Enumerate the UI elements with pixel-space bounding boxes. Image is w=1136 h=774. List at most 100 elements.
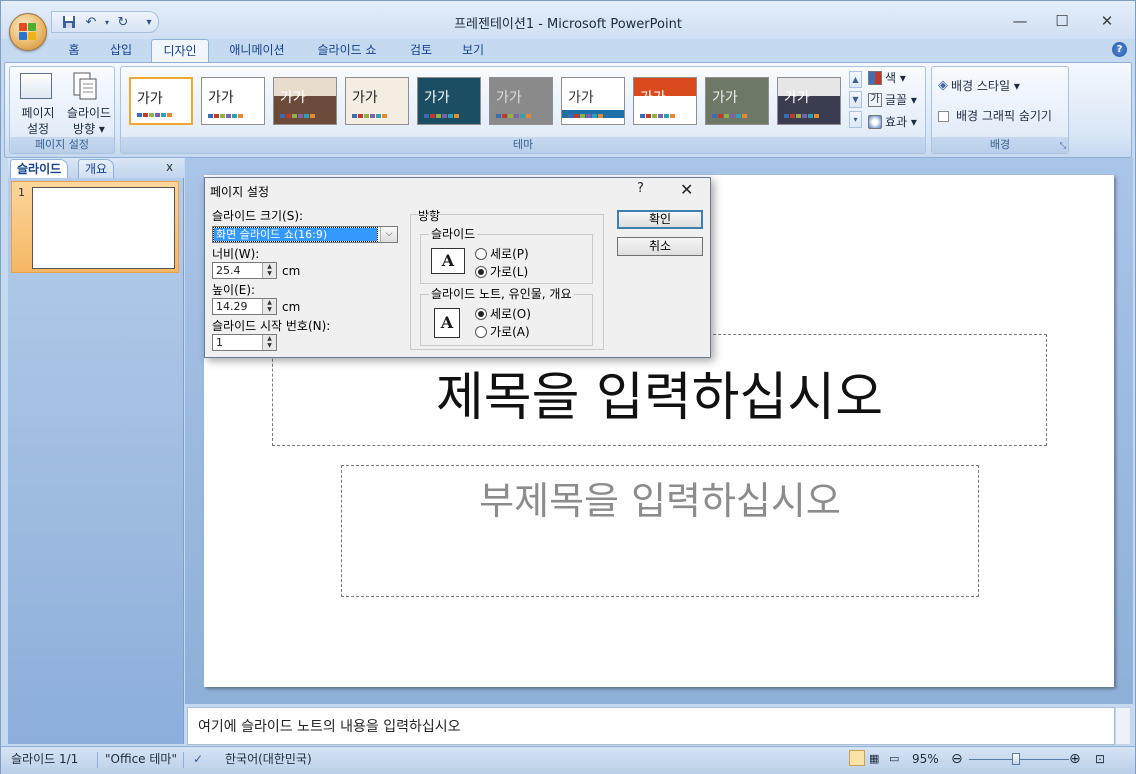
close-pane-button[interactable]: x (166, 160, 173, 174)
theme-colors-button[interactable]: 색 ▾ (868, 69, 906, 87)
theme-effects-button[interactable]: 효과 ▾ (868, 113, 917, 131)
theme-fonts-button[interactable]: 가 글꼴 ▾ (868, 91, 917, 109)
notes-portrait-radio[interactable]: 세로(O) (475, 305, 531, 322)
tab-slides[interactable]: 슬라이드 (10, 159, 69, 178)
ribbon: 페이지 설정 슬라이드 방향 ▾ 페이지 설정 가가 가가 가가 가가 가가 가가 가가 가가… (4, 62, 1132, 158)
theme-sample-text: 가가 (784, 90, 810, 106)
tab-design[interactable]: 디자인 (151, 39, 209, 63)
background-styles-button[interactable]: ◈ 배경 스타일 ▾ (938, 77, 1020, 95)
title-placeholder-text: 제목을 입력하십시오 (435, 368, 884, 428)
theme-color-bars (424, 114, 459, 118)
dialog-close-button[interactable]: ✕ (680, 180, 693, 199)
slides-landscape-radio[interactable]: 가로(L) (475, 263, 528, 280)
normal-view-icon[interactable] (849, 750, 865, 766)
gallery-down-icon[interactable]: ▼ (849, 91, 862, 108)
page-setup-button[interactable]: 페이지 설정 (12, 105, 64, 137)
office-button[interactable] (9, 13, 47, 51)
landscape-orientation-icon: A (431, 248, 465, 274)
start-number-label: 슬라이드 시작 번호(N): (212, 319, 331, 333)
theme-thumbnail[interactable]: 가가 (345, 77, 409, 125)
spinner-arrows-icon[interactable]: ▲ ▼ (262, 335, 276, 350)
theme-thumbnail[interactable]: 가가 (633, 77, 697, 125)
slide-size-value: 화면 슬라이드 쇼(16:9) (213, 227, 378, 242)
ok-button[interactable]: 확인 (617, 210, 703, 229)
tab-slide-show[interactable]: 슬라이드 쇼 (307, 39, 387, 63)
zoom-out-icon[interactable]: ⊖ (951, 750, 963, 768)
fit-to-window-icon[interactable]: ⊡ (1095, 750, 1105, 768)
slide-orientation-button[interactable]: 슬라이드 방향 ▾ (62, 105, 116, 137)
theme-color-bars (712, 114, 747, 118)
tab-view[interactable]: 보기 (453, 39, 493, 63)
radio-selected-icon (475, 265, 487, 278)
tab-home[interactable]: 홈 (57, 39, 91, 63)
powerpoint-window: ↶ ▾ ↻ ▾ 프레젠테이션1 - Microsoft PowerPoint —… (0, 0, 1136, 774)
theme-color-bars (568, 114, 603, 118)
spell-check-icon[interactable]: ✓ (193, 750, 203, 768)
language[interactable]: 한국어(대한민국) (225, 750, 312, 768)
zoom-in-icon[interactable]: ⊕ (1069, 750, 1081, 768)
effects-icon (868, 115, 882, 129)
theme-thumbnail[interactable]: 가가 (561, 77, 625, 125)
theme-sample-text: 가가 (280, 90, 306, 106)
width-spinner[interactable]: 25.4 ▲ ▼ (212, 262, 277, 279)
theme-thumbnail[interactable]: 가가 (777, 77, 841, 125)
theme-sample-text: 가가 (568, 90, 594, 106)
notes-pane[interactable]: 여기에 슬라이드 노트의 내용을 입력하십시오 (187, 707, 1115, 745)
hide-background-graphics-checkbox[interactable]: 배경 그래픽 숨기기 (938, 107, 1052, 125)
tab-review[interactable]: 검토 (399, 39, 443, 63)
height-unit: cm (282, 300, 301, 314)
slide-size-select[interactable]: 화면 슬라이드 쇼(16:9) ⌵ (212, 226, 398, 243)
theme-thumbnail[interactable]: 가가 (129, 77, 193, 125)
theme-thumbnail[interactable]: 가가 (273, 77, 337, 125)
theme-color-bars (280, 114, 315, 118)
help-icon[interactable]: ? (1112, 42, 1127, 57)
theme-thumbnail[interactable]: 가가 (201, 77, 265, 125)
themes-group-label: 테마 (121, 137, 925, 153)
gallery-more-icon[interactable]: ▾ (849, 111, 862, 128)
cancel-button[interactable]: 취소 (617, 237, 703, 256)
notes-landscape-radio[interactable]: 가로(A) (475, 323, 530, 340)
start-number-spinner[interactable]: 1 ▲ ▼ (212, 334, 277, 351)
theme-name[interactable]: "Office 테마" (105, 750, 177, 768)
subtitle-placeholder[interactable]: 부제목을 입력하십시오 (341, 465, 979, 597)
dialog-help-button[interactable]: ? (637, 181, 644, 196)
gallery-up-icon[interactable]: ▲ (849, 71, 862, 88)
minimize-button[interactable]: — (1003, 9, 1037, 33)
theme-sample-text: 가가 (640, 90, 666, 106)
dialog-launcher-icon[interactable]: ⤡ (1060, 141, 1066, 151)
spinner-arrows-icon[interactable]: ▲ ▼ (262, 299, 276, 314)
slide-thumbnail[interactable]: 1 (11, 181, 179, 273)
chevron-down-icon[interactable]: ⌵ (380, 227, 397, 242)
notes-scrollbar[interactable] (1115, 707, 1131, 745)
slide-show-icon[interactable]: ▭ (889, 750, 899, 768)
theme-sample-text: 가가 (496, 90, 522, 106)
close-button[interactable]: ✕ (1090, 9, 1124, 33)
tab-insert[interactable]: 삽입 (101, 39, 141, 63)
theme-thumbnail[interactable]: 가가 (417, 77, 481, 125)
theme-thumbnail[interactable]: 가가 (705, 77, 769, 125)
page-setup-group-label: 페이지 설정 (10, 137, 114, 153)
background-group: ◈ 배경 스타일 ▾ 배경 그래픽 숨기기 배경 ⤡ (931, 66, 1069, 154)
tab-outline[interactable]: 개요 (78, 159, 115, 178)
theme-thumbnail[interactable]: 가가 (489, 77, 553, 125)
theme-sample-text: 가가 (712, 90, 738, 106)
themes-group: 가가 가가 가가 가가 가가 가가 가가 가가 가가 가가 ▲ ▼ ▾ 색 ▾ 가 글꼴 ▾ 효과… (120, 66, 926, 154)
background-group-label: 배경 (932, 137, 1068, 153)
spinner-arrows-icon[interactable]: ▲ ▼ (262, 263, 276, 278)
slide-sorter-icon[interactable]: ▦ (869, 750, 879, 768)
ribbon-tabs: 홈 삽입 디자인 애니메이션 슬라이드 쇼 검토 보기 (1, 39, 1135, 63)
office-logo-icon (19, 23, 37, 41)
paint-bucket-icon: ◈ (938, 78, 948, 93)
height-spinner[interactable]: 14.29 ▲ ▼ (212, 298, 277, 315)
radio-icon (475, 247, 487, 260)
slides-portrait-radio[interactable]: 세로(P) (475, 245, 529, 262)
zoom-level[interactable]: 95% (912, 750, 939, 768)
theme-color-bars (640, 114, 675, 118)
radio-selected-icon (475, 307, 487, 320)
width-value: 25.4 (216, 264, 241, 277)
zoom-slider-thumb[interactable] (1012, 753, 1020, 765)
tab-animations[interactable]: 애니메이션 (219, 39, 295, 63)
zoom-slider[interactable] (969, 753, 1069, 765)
theme-color-bars (208, 114, 243, 118)
maximize-button[interactable]: ☐ (1045, 9, 1079, 33)
